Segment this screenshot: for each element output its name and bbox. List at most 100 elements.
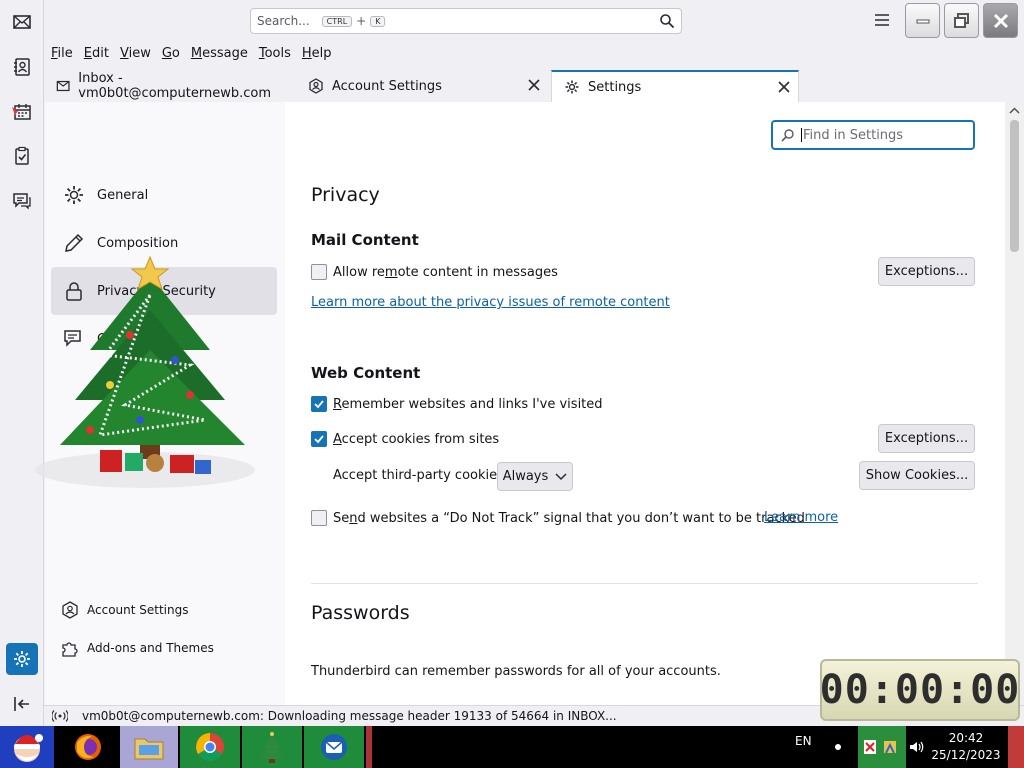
chevron-down-icon — [555, 472, 567, 480]
learn-more-remote-content-link[interactable]: Learn more about the privacy issues of r… — [311, 295, 670, 310]
menu-tools[interactable]: Tools — [259, 46, 291, 61]
timer-display: 00:00:00 — [819, 667, 1021, 713]
title-bar: Search... CTRL + K — [44, 0, 1024, 42]
chat-space-button[interactable] — [6, 185, 38, 217]
checkbox-label: Remember websites and links I've visited — [333, 396, 603, 412]
find-in-settings-input[interactable]: Find in Settings — [771, 120, 975, 150]
find-placeholder: Find in Settings — [803, 127, 904, 143]
menu-help[interactable]: Help — [302, 46, 332, 61]
allow-remote-content-checkbox[interactable]: Allow remote content in messages — [311, 264, 558, 280]
close-tab-icon[interactable] — [778, 81, 790, 93]
tray-icons[interactable] — [858, 726, 906, 768]
select-value: Always — [502, 469, 549, 484]
scrollbar-thumb[interactable] — [1010, 120, 1019, 252]
cookies-exceptions-button[interactable]: Exceptions... — [878, 424, 975, 453]
accept-cookies-checkbox[interactable]: Accept cookies from sites — [311, 431, 499, 447]
account-settings-link[interactable]: Account Settings — [61, 601, 188, 619]
tab-account-settings[interactable]: Account Settings — [296, 70, 548, 102]
menu-message[interactable]: Message — [191, 46, 248, 61]
christmas-tree-overlay — [35, 255, 255, 488]
close-window-button[interactable] — [983, 3, 1018, 38]
third-party-cookies-select[interactable]: Always — [497, 462, 573, 491]
start-button[interactable] — [0, 726, 54, 768]
checkbox-label: Accept cookies from sites — [333, 431, 500, 447]
global-search-input[interactable]: Search... CTRL + K — [250, 8, 682, 34]
settings-space-button[interactable] — [6, 643, 38, 675]
search-icon — [660, 14, 675, 29]
scroll-up-icon[interactable] — [1005, 104, 1024, 118]
calendar-space-button[interactable] — [6, 96, 38, 128]
menu-edit[interactable]: Edit — [84, 46, 109, 61]
search-icon — [781, 129, 794, 142]
mail-space-button[interactable] — [6, 6, 38, 38]
menu-go[interactable]: Go — [162, 46, 180, 61]
checkbox-box[interactable] — [311, 396, 327, 412]
remember-websites-checkbox[interactable]: Remember websites and links I've visited — [311, 396, 603, 412]
checkbox-label: Allow remote content in messages — [333, 264, 558, 280]
privacy-heading: Privacy — [311, 184, 380, 206]
clock-date: 25/12/2023 — [931, 748, 1001, 762]
account-settings-label: Account Settings — [87, 603, 189, 617]
remote-content-exceptions-button[interactable]: Exceptions... — [878, 257, 975, 286]
pencil-icon — [65, 233, 84, 252]
show-cookies-button[interactable]: Show Cookies... — [859, 461, 975, 490]
address-book-space-button[interactable] — [6, 51, 38, 83]
collapse-spaces-button[interactable] — [6, 688, 38, 720]
section-divider — [311, 583, 978, 584]
system-clock[interactable]: 20:42 25/12/2023 — [930, 730, 1002, 764]
addons-themes-link[interactable]: Add-ons and Themes — [61, 639, 214, 657]
passwords-heading: Passwords — [311, 602, 410, 624]
button-label: Show Cookies... — [865, 468, 969, 483]
close-tab-icon[interactable] — [528, 79, 540, 91]
folder-icon — [134, 738, 164, 760]
checkmark-icon — [314, 400, 324, 409]
network-flag-icon — [864, 740, 896, 754]
checkbox-box[interactable] — [311, 264, 327, 280]
text-caret — [801, 128, 802, 142]
checkbox-label: Send websites a “Do Not Track” signal th… — [333, 510, 805, 526]
thunderbird-taskbar-button[interactable] — [304, 726, 364, 768]
third-party-cookies-label: Accept third-party cookies: — [333, 468, 509, 483]
hamburger-menu-icon[interactable] — [873, 12, 891, 28]
category-general[interactable]: General — [51, 171, 277, 219]
tab-inbox[interactable]: Inbox - vm0b0t@computernewb.com — [44, 70, 294, 102]
tasks-space-button[interactable] — [6, 140, 38, 172]
chrome-taskbar-button[interactable] — [180, 726, 240, 768]
tree-icon — [260, 732, 284, 763]
language-indicator[interactable]: EN — [795, 734, 812, 748]
menu-view[interactable]: View — [120, 46, 151, 61]
tasks-icon — [15, 146, 29, 165]
chat-icon — [13, 193, 31, 210]
do-not-track-learn-more-link[interactable]: Learn more — [764, 510, 838, 525]
status-text: vm0b0t@computernewb.com: Downloading mes… — [82, 709, 617, 723]
maximize-button[interactable] — [944, 3, 979, 38]
menu-file[interactable]: File — [51, 46, 73, 61]
account-settings-icon — [309, 78, 323, 94]
tab-settings[interactable]: Settings — [551, 70, 799, 102]
do-not-track-checkbox[interactable]: Send websites a “Do Not Track” signal th… — [311, 510, 805, 526]
activity-icon — [52, 710, 68, 722]
tab-label: Account Settings — [332, 78, 442, 94]
volume-icon[interactable] — [908, 739, 924, 755]
mail-content-heading: Mail Content — [311, 231, 419, 249]
settings-scrollbar[interactable] — [1005, 102, 1024, 705]
minimize-button[interactable] — [905, 3, 940, 38]
timer-widget[interactable]: 00:00:00 — [820, 659, 1020, 721]
checkbox-box[interactable] — [311, 510, 327, 526]
menu-bar: File Edit View Go Message Tools Help — [44, 42, 1024, 64]
checkbox-box[interactable] — [311, 431, 327, 447]
clock-time: 20:42 — [948, 731, 984, 745]
file-explorer-taskbar-button[interactable] — [120, 726, 178, 768]
firefox-taskbar-button[interactable] — [60, 726, 116, 768]
passwords-description: Thunderbird can remember passwords for a… — [311, 664, 721, 679]
christmas-tree-taskbar-button[interactable] — [242, 726, 302, 768]
show-desktop-button[interactable] — [1008, 726, 1024, 768]
search-placeholder: Search... — [257, 14, 310, 28]
settings-main-pane: Find in Settings Privacy Mail Content Al… — [285, 102, 1005, 705]
shortcut-k-key: K — [370, 15, 386, 27]
tab-label: Settings — [588, 79, 642, 95]
button-label: Exceptions... — [884, 431, 969, 446]
taskbar: EN 20:42 25/12/2023 — [0, 726, 1024, 768]
close-icon — [993, 13, 1008, 28]
minimize-icon — [916, 19, 929, 23]
